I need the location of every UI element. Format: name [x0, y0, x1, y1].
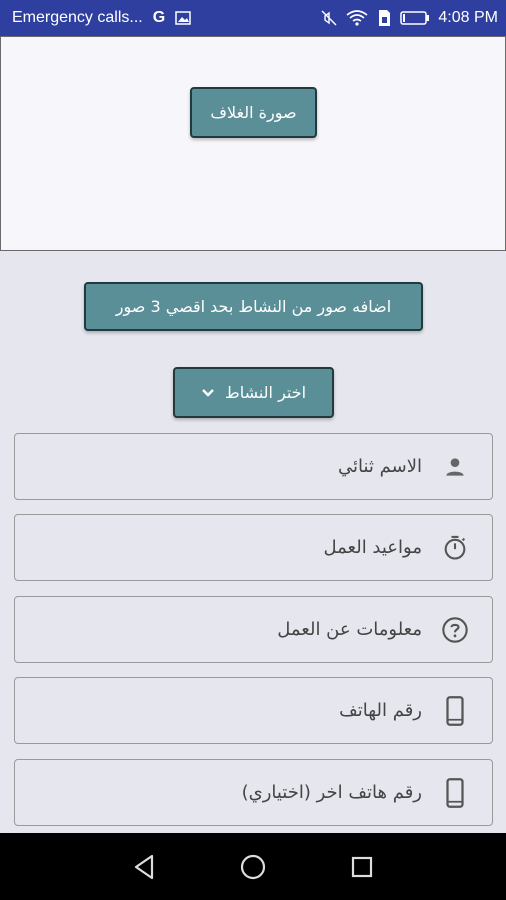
- sim-icon: [376, 9, 392, 27]
- status-bar: Emergency calls... G 4:08 PM: [0, 0, 506, 36]
- alt-phone-field-label: رقم هاتف اخر (اختياري): [241, 782, 422, 803]
- name-field[interactable]: الاسم ثنائي: [14, 433, 493, 500]
- navigation-bar: [0, 833, 506, 900]
- choose-activity-label: اختر النشاط: [224, 383, 307, 402]
- add-photos-button[interactable]: اضافه صور من النشاط بحد اقصي 3 صور: [84, 282, 423, 331]
- name-field-label: الاسم ثنائي: [338, 456, 422, 477]
- mute-icon: [320, 9, 338, 27]
- notification-text: Emergency calls...: [12, 9, 143, 26]
- home-icon[interactable]: [233, 847, 273, 887]
- alt-phone-field[interactable]: رقم هاتف اخر (اختياري): [14, 759, 493, 826]
- phone-field[interactable]: رقم الهاتف: [14, 677, 493, 744]
- cover-photo-area[interactable]: [0, 36, 506, 251]
- cover-photo-button[interactable]: صورة الغلاف: [190, 87, 317, 138]
- image-notification-icon: [175, 11, 191, 25]
- wifi-icon: [346, 9, 368, 27]
- phone-icon: [440, 777, 470, 808]
- working-hours-field[interactable]: مواعيد العمل: [14, 514, 493, 581]
- work-info-field-label: معلومات عن العمل: [277, 619, 422, 640]
- add-photos-button-label: اضافه صور من النشاط بحد اقصي 3 صور: [115, 297, 392, 316]
- battery-icon: [400, 10, 430, 26]
- working-hours-field-label: مواعيد العمل: [323, 537, 423, 558]
- chevron-down-icon: [201, 383, 215, 402]
- work-info-field[interactable]: معلومات عن العمل: [14, 596, 493, 663]
- help-icon: [440, 615, 470, 645]
- choose-activity-dropdown[interactable]: اختر النشاط: [173, 367, 334, 418]
- timer-icon: [440, 533, 470, 563]
- clock-text: 4:08 PM: [438, 9, 498, 26]
- recents-icon[interactable]: [342, 847, 382, 887]
- cover-photo-button-label: صورة الغلاف: [210, 103, 297, 122]
- phone-field-label: رقم الهاتف: [339, 700, 422, 721]
- phone-icon: [440, 695, 470, 726]
- back-icon[interactable]: [124, 847, 164, 887]
- person-icon: [440, 452, 470, 482]
- carrier-icon: G: [152, 9, 166, 26]
